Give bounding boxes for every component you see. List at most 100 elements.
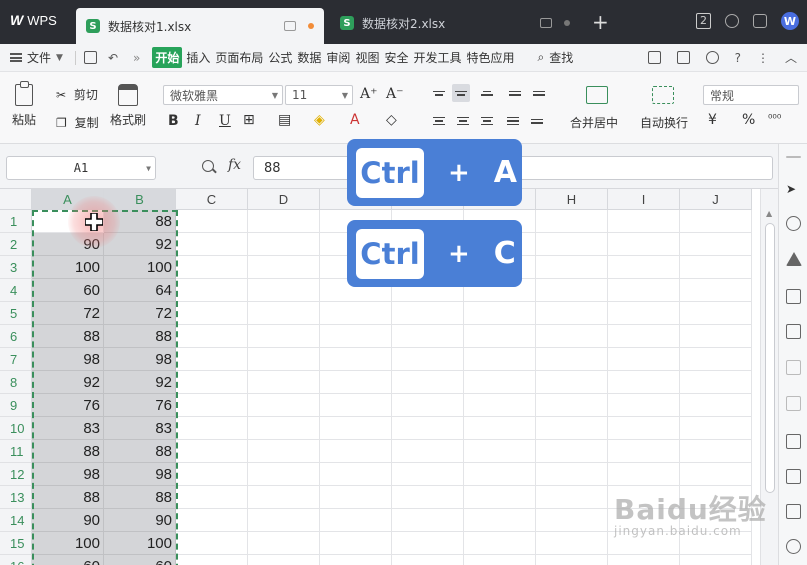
- search-button[interactable]: 查找: [548, 47, 574, 68]
- cell-j1[interactable]: [680, 210, 752, 233]
- paste-button[interactable]: 粘贴: [12, 81, 36, 128]
- font-name-select[interactable]: 微软雅黑 ▼: [163, 85, 283, 105]
- cell-c4[interactable]: [176, 279, 248, 302]
- help-button[interactable]: ?: [735, 51, 741, 65]
- cell-b14[interactable]: 90: [104, 509, 176, 532]
- cell-c13[interactable]: [176, 486, 248, 509]
- cell-g9[interactable]: [464, 394, 536, 417]
- cell-g5[interactable]: [464, 302, 536, 325]
- monitor-icon[interactable]: [540, 18, 552, 28]
- cell-b12[interactable]: 98: [104, 463, 176, 486]
- cell-d10[interactable]: [248, 417, 320, 440]
- cell-i10[interactable]: [608, 417, 680, 440]
- table-icon[interactable]: [786, 289, 801, 304]
- cell-e7[interactable]: [320, 348, 392, 371]
- bold-button[interactable]: B: [168, 113, 179, 129]
- thousands-separator-icon[interactable]: ⁰⁰⁰: [768, 112, 781, 125]
- cell-d13[interactable]: [248, 486, 320, 509]
- row-header[interactable]: 2: [0, 233, 32, 256]
- search-icon[interactable]: ⌕: [537, 48, 546, 67]
- fill-color-icon[interactable]: ▤: [278, 112, 291, 128]
- cell-c7[interactable]: [176, 348, 248, 371]
- style-icon[interactable]: [786, 252, 802, 266]
- name-box[interactable]: A1 ▼: [6, 156, 156, 180]
- cell-f11[interactable]: [392, 440, 464, 463]
- row-header[interactable]: 4: [0, 279, 32, 302]
- italic-button[interactable]: I: [195, 113, 201, 129]
- cell-c11[interactable]: [176, 440, 248, 463]
- cell-a6[interactable]: 88: [32, 325, 104, 348]
- cell-f10[interactable]: [392, 417, 464, 440]
- font-size-select[interactable]: 11 ▼: [285, 85, 353, 105]
- scrollbar-thumb[interactable]: [765, 223, 775, 493]
- cell-h16[interactable]: [536, 555, 608, 565]
- cell-g13[interactable]: [464, 486, 536, 509]
- cell-j5[interactable]: [680, 302, 752, 325]
- cell-a14[interactable]: 90: [32, 509, 104, 532]
- cell-d1[interactable]: [248, 210, 320, 233]
- row-header[interactable]: 7: [0, 348, 32, 371]
- cell-f9[interactable]: [392, 394, 464, 417]
- cell-f12[interactable]: [392, 463, 464, 486]
- row-header[interactable]: 10: [0, 417, 32, 440]
- cell-d11[interactable]: [248, 440, 320, 463]
- tab-data[interactable]: 数据: [296, 47, 322, 68]
- cell-f5[interactable]: [392, 302, 464, 325]
- cell-a15[interactable]: 100: [32, 532, 104, 555]
- cell-j11[interactable]: [680, 440, 752, 463]
- scroll-up-icon[interactable]: ▲: [766, 209, 772, 218]
- skin-icon[interactable]: [753, 14, 767, 28]
- cell-e11[interactable]: [320, 440, 392, 463]
- cell-i16[interactable]: [608, 555, 680, 565]
- cell-i6[interactable]: [608, 325, 680, 348]
- tab-file-2[interactable]: S 数据核对2.xlsx: [330, 8, 580, 38]
- cell-b13[interactable]: 88: [104, 486, 176, 509]
- window-count-badge[interactable]: 2: [696, 13, 711, 29]
- cell-e10[interactable]: [320, 417, 392, 440]
- column-header-c[interactable]: C: [176, 189, 248, 210]
- cell-c2[interactable]: [176, 233, 248, 256]
- copy-button[interactable]: ❐ 复制: [56, 114, 99, 131]
- cell-h7[interactable]: [536, 348, 608, 371]
- align-left-icon[interactable]: [430, 112, 448, 130]
- cell-a3[interactable]: 100: [32, 256, 104, 279]
- cell-h1[interactable]: [536, 210, 608, 233]
- cell-e13[interactable]: [320, 486, 392, 509]
- cell-j10[interactable]: [680, 417, 752, 440]
- cell-h4[interactable]: [536, 279, 608, 302]
- cell-j12[interactable]: [680, 463, 752, 486]
- cell-g7[interactable]: [464, 348, 536, 371]
- cell-i2[interactable]: [608, 233, 680, 256]
- cell-a9[interactable]: 76: [32, 394, 104, 417]
- wrap-text-icon[interactable]: [652, 86, 674, 104]
- backup-icon[interactable]: [786, 434, 801, 449]
- cell-j9[interactable]: [680, 394, 752, 417]
- cell-e5[interactable]: [320, 302, 392, 325]
- layout-icon[interactable]: [786, 324, 801, 339]
- cell-a8[interactable]: 92: [32, 371, 104, 394]
- cell-c12[interactable]: [176, 463, 248, 486]
- share-icon[interactable]: [647, 51, 661, 64]
- cell-h5[interactable]: [536, 302, 608, 325]
- grow-font-button[interactable]: A⁺: [360, 86, 378, 102]
- tab-page-layout[interactable]: 页面布局: [214, 47, 264, 68]
- cell-h15[interactable]: [536, 532, 608, 555]
- cell-j8[interactable]: [680, 371, 752, 394]
- cell-i8[interactable]: [608, 371, 680, 394]
- cell-b8[interactable]: 92: [104, 371, 176, 394]
- cell-d7[interactable]: [248, 348, 320, 371]
- more-icon[interactable]: »: [132, 49, 141, 67]
- more-options-icon[interactable]: ⋮: [757, 51, 769, 65]
- tab-file-1[interactable]: S 数据核对1.xlsx: [76, 8, 324, 44]
- column-header-j[interactable]: J: [680, 189, 752, 210]
- row-header[interactable]: 8: [0, 371, 32, 394]
- align-right-icon[interactable]: [478, 112, 496, 130]
- cell-e9[interactable]: [320, 394, 392, 417]
- increase-indent-icon[interactable]: [530, 84, 548, 102]
- row-header[interactable]: 13: [0, 486, 32, 509]
- cell-g6[interactable]: [464, 325, 536, 348]
- cell-e15[interactable]: [320, 532, 392, 555]
- cell-i12[interactable]: [608, 463, 680, 486]
- cell-g11[interactable]: [464, 440, 536, 463]
- cell-i9[interactable]: [608, 394, 680, 417]
